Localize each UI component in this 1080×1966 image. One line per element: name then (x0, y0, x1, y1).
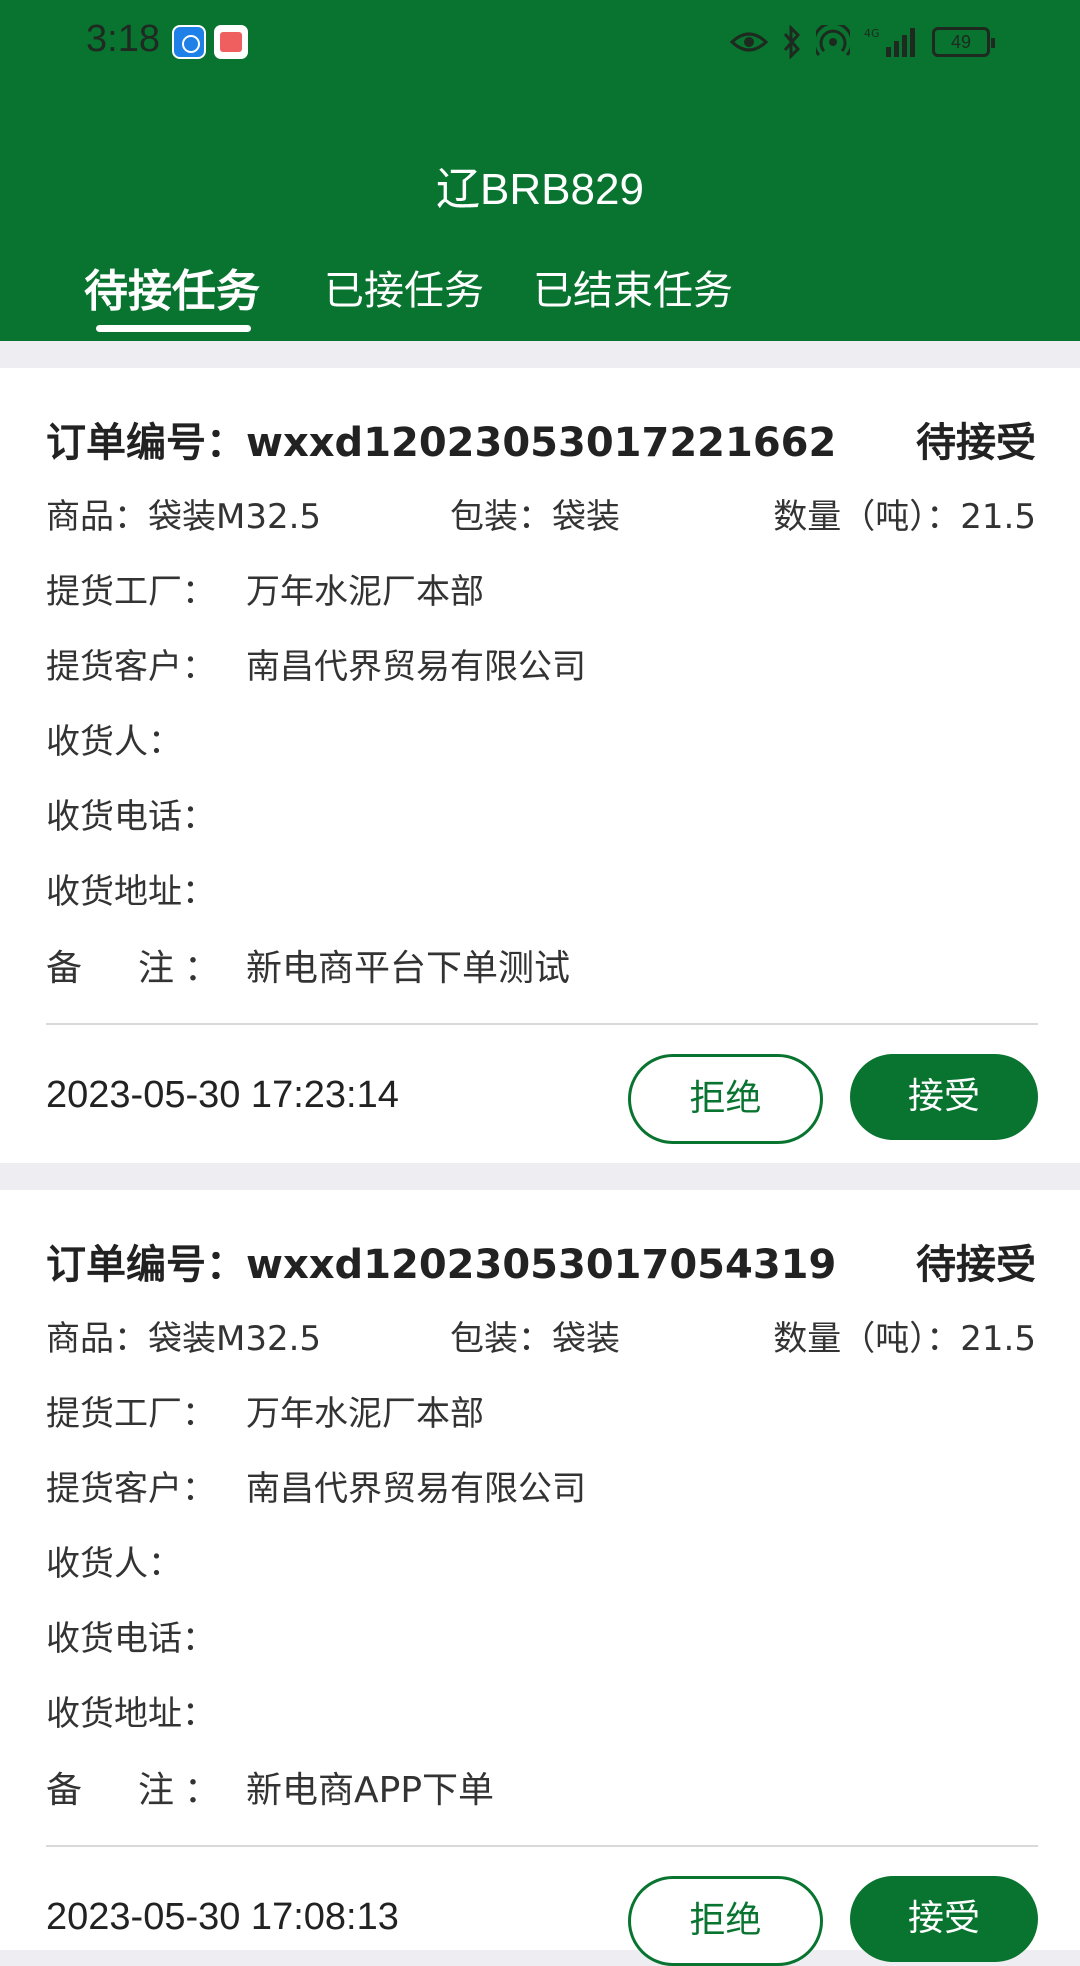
remark-label: 备 注： (46, 948, 231, 989)
bluetooth-icon (783, 25, 801, 59)
pickup-customer-label: 提货客户： (46, 647, 216, 687)
remark-label: 备 注： (46, 1770, 231, 1811)
accept-button[interactable]: 接受 (850, 1876, 1038, 1962)
order-number: 订单编号：wxxd12023053017054319 (46, 1232, 836, 1290)
battery-icon: 49 (932, 27, 995, 57)
divider (46, 1023, 1038, 1025)
pickup-customer-value: 南昌代界贸易有限公司 (246, 647, 586, 687)
svg-text:4G: 4G (864, 27, 880, 40)
goods: 商品：袋装M32.5 (46, 1319, 322, 1359)
receiver-phone-label: 收货电话： (46, 1619, 216, 1659)
signal-icon: 4G (864, 27, 915, 57)
divider (46, 1845, 1038, 1847)
package: 包装：袋装 (450, 497, 620, 537)
quantity: 数量（吨）：21.5 (773, 1319, 1036, 1359)
app-notification-icon (214, 25, 248, 59)
order-card: 订单编号：wxxd12023053017054319 待接受 商品：袋装M32.… (0, 1190, 1080, 1966)
status-bar: 3:18 4G 49 (0, 0, 1080, 86)
pickup-customer-label: 提货客户： (46, 1469, 216, 1509)
status-icons: 4G 49 (730, 22, 995, 62)
remark: 备 注： 新电商平台下单测试 (46, 939, 570, 991)
remark-value: 新电商APP下单 (246, 1770, 495, 1811)
receiver-label: 收货人： (46, 722, 182, 762)
pickup-factory-label: 提货工厂： (46, 1394, 216, 1434)
app-header: 3:18 4G 49 辽BRB829 待接任务 已接任务 已结束任务 (0, 0, 1080, 341)
order-card: 订单编号：wxxd12023053017221662 待接受 商品：袋装M32.… (0, 368, 1080, 1163)
order-status: 待接受 (916, 420, 1036, 466)
tab-finished[interactable]: 已结束任务 (533, 258, 733, 316)
order-number-value: wxxd12023053017221662 (246, 420, 837, 466)
pickup-factory-label: 提货工厂： (46, 572, 216, 612)
eye-icon (730, 32, 768, 52)
order-number: 订单编号：wxxd12023053017221662 (46, 410, 836, 468)
hotspot-icon (816, 25, 850, 57)
order-number-label: 订单编号： (46, 1242, 246, 1288)
pickup-factory: 提货工厂： 万年水泥厂本部 (46, 564, 484, 613)
tab-accepted[interactable]: 已接任务 (324, 258, 484, 316)
order-timestamp: 2023-05-30 17:23:14 (46, 1074, 399, 1116)
goods: 商品：袋装M32.5 (46, 497, 322, 537)
order-status: 待接受 (916, 1242, 1036, 1288)
receiver-address-label: 收货地址： (46, 872, 216, 912)
order-number-value: wxxd12023053017054319 (246, 1242, 837, 1288)
active-tab-indicator (96, 325, 251, 332)
pickup-customer: 提货客户： 南昌代界贸易有限公司 (46, 639, 586, 688)
quantity: 数量（吨）：21.5 (773, 497, 1036, 537)
pickup-factory-value: 万年水泥厂本部 (246, 572, 484, 612)
accept-button[interactable]: 接受 (850, 1054, 1038, 1140)
order-timestamp: 2023-05-30 17:08:13 (46, 1896, 399, 1938)
remark: 备 注： 新电商APP下单 (46, 1761, 494, 1813)
order-number-label: 订单编号： (46, 420, 246, 466)
remark-value: 新电商平台下单测试 (246, 948, 571, 989)
receiver-phone-label: 收货电话： (46, 797, 216, 837)
browser-icon (172, 25, 206, 59)
package: 包装：袋装 (450, 1319, 620, 1359)
receiver-label: 收货人： (46, 1544, 182, 1584)
pickup-factory: 提货工厂： 万年水泥厂本部 (46, 1386, 484, 1435)
pickup-customer-value: 南昌代界贸易有限公司 (246, 1469, 586, 1509)
reject-button[interactable]: 拒绝 (628, 1054, 823, 1144)
reject-button[interactable]: 拒绝 (628, 1876, 823, 1966)
pickup-factory-value: 万年水泥厂本部 (246, 1394, 484, 1434)
status-time: 3:18 (86, 18, 160, 60)
pickup-customer: 提货客户： 南昌代界贸易有限公司 (46, 1461, 586, 1510)
tab-pending[interactable]: 待接任务 (84, 255, 260, 319)
page-title: 辽BRB829 (436, 165, 644, 214)
receiver-address-label: 收货地址： (46, 1694, 216, 1734)
